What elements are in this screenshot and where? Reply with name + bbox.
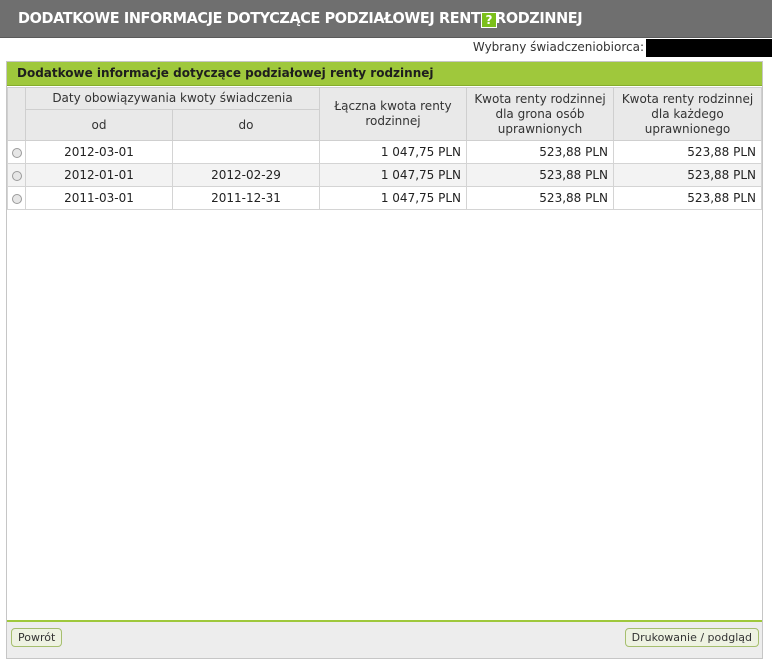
date-to-cell: 2011-12-31 [172,186,320,210]
panel-footer: Powrót Drukowanie / podgląd [7,620,762,658]
table-row[interactable]: 2011-03-01 2011-12-31 1 047,75 PLN 523,8… [7,186,762,210]
recipient-bar: Wybrany świadczeniobiorca: [0,38,772,58]
row-select[interactable] [7,186,26,210]
date-from-cell: 2011-03-01 [25,186,173,210]
date-to-header: do [172,109,320,141]
print-preview-button[interactable]: Drukowanie / podgląd [624,628,759,647]
group-amount-cell: 523,88 PLN [466,140,614,164]
help-icon[interactable]: ? [481,12,497,28]
radio-button[interactable] [11,147,22,158]
date-to-cell [172,140,320,164]
each-amount-cell: 523,88 PLN [613,163,762,187]
group-amount-header: Kwota renty rodzinnej dla grona osób upr… [466,87,614,141]
group-amount-cell: 523,88 PLN [466,186,614,210]
date-to-cell: 2012-02-29 [172,163,320,187]
info-panel: Dodatkowe informacje dotyczące podziałow… [6,61,763,659]
date-from-cell: 2012-03-01 [25,140,173,164]
total-amount-cell: 1 047,75 PLN [319,163,467,187]
total-amount-cell: 1 047,75 PLN [319,186,467,210]
each-amount-cell: 523,88 PLN [613,186,762,210]
group-amount-cell: 523,88 PLN [466,163,614,187]
table-row[interactable]: 2012-01-01 2012-02-29 1 047,75 PLN 523,8… [7,163,762,187]
each-amount-header: Kwota renty rodzinnej dla każdego uprawn… [613,87,762,141]
panel-title: Dodatkowe informacje dotyczące podziałow… [17,66,434,80]
recipient-label: Wybrany świadczeniobiorca: [472,40,644,54]
back-button[interactable]: Powrót [11,628,63,647]
recipient-value-redacted [646,39,772,57]
total-amount-cell: 1 047,75 PLN [319,140,467,164]
each-amount-cell: 523,88 PLN [613,140,762,164]
date-from-cell: 2012-01-01 [25,163,173,187]
total-amount-header: Łączna kwota renty rodzinnej [319,87,467,141]
pension-table: Daty obowiązywania kwoty świadczenia Łąc… [7,87,762,210]
row-select[interactable] [7,163,26,187]
date-from-header: od [25,109,173,141]
page-title: DODATKOWE INFORMACJE DOTYCZĄCE PODZIAŁOW… [18,9,583,27]
select-column-header [7,87,26,141]
radio-button[interactable] [11,193,22,204]
radio-button[interactable] [11,170,22,181]
row-select[interactable] [7,140,26,164]
panel-header: Dodatkowe informacje dotyczące podziałow… [7,62,762,86]
table-row[interactable]: 2012-03-01 1 047,75 PLN 523,88 PLN 523,8… [7,140,762,164]
title-bar: DODATKOWE INFORMACJE DOTYCZĄCE PODZIAŁOW… [0,0,772,38]
dates-group-header: Daty obowiązywania kwoty świadczenia [25,87,320,110]
